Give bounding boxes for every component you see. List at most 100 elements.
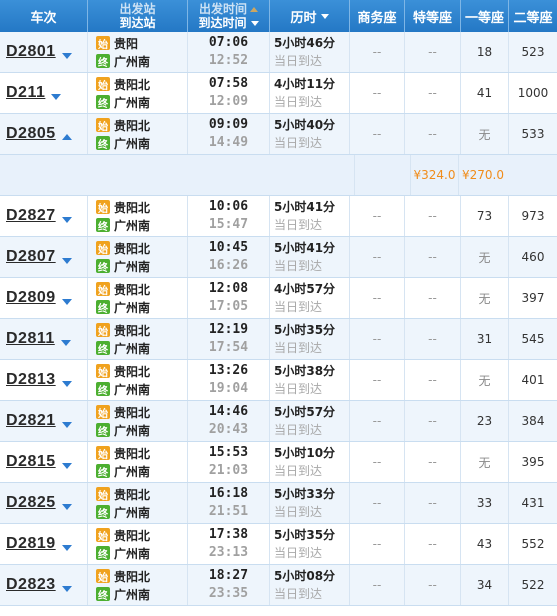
expand-icon[interactable] bbox=[60, 340, 71, 346]
expand-icon[interactable] bbox=[61, 463, 72, 469]
second-class-seat-cell[interactable]: 545 bbox=[509, 319, 557, 359]
first-class-seat-cell[interactable]: 73 bbox=[461, 196, 509, 236]
first-class-seat-cell[interactable]: 33 bbox=[461, 483, 509, 523]
to-station-name: 广州南 bbox=[114, 505, 151, 520]
train-number-link[interactable]: D211 bbox=[6, 84, 45, 102]
sort-down-icon[interactable] bbox=[320, 13, 329, 19]
duration-value: 5小时38分 bbox=[274, 364, 336, 378]
train-number-link[interactable]: D2819 bbox=[6, 535, 56, 553]
from-station: 始贵阳北 bbox=[96, 116, 150, 134]
first-class-seat-cell[interactable]: 无 bbox=[461, 442, 509, 482]
table-row: D2805 始贵阳北终广州南 09:09 14:49 5小时40分 当日到达 -- -- 无 53… bbox=[0, 114, 557, 155]
expand-icon[interactable] bbox=[61, 258, 72, 264]
second-class-seat-cell[interactable]: 552 bbox=[509, 524, 557, 564]
second-class-seat-cell[interactable]: 522 bbox=[509, 565, 557, 605]
end-badge-icon: 终 bbox=[96, 587, 110, 602]
from-station-name: 贵阳北 bbox=[114, 282, 151, 297]
second-class-seat-cell[interactable]: 384 bbox=[509, 401, 557, 441]
train-number-link[interactable]: D2809 bbox=[6, 289, 56, 307]
second-class-seat-cell[interactable]: 973 bbox=[509, 196, 557, 236]
expand-icon[interactable] bbox=[61, 217, 72, 223]
time-cell: 10:06 15:47 bbox=[188, 196, 270, 236]
sort-down-icon[interactable] bbox=[250, 20, 259, 26]
second-class-seat-cell[interactable]: 523 bbox=[509, 32, 557, 72]
expand-icon[interactable] bbox=[61, 586, 72, 592]
train-number-link[interactable]: D2805 bbox=[6, 125, 56, 143]
arrival-note: 当日到达 bbox=[274, 341, 323, 355]
from-station: 始贵阳北 bbox=[96, 198, 150, 216]
from-station-name: 贵阳北 bbox=[114, 569, 151, 584]
train-number-link[interactable]: D2811 bbox=[6, 330, 55, 348]
first-class-seat-cell[interactable]: 无 bbox=[461, 360, 509, 400]
from-station: 始贵阳北 bbox=[96, 321, 150, 339]
end-badge-icon: 终 bbox=[96, 546, 110, 561]
sort-up-icon[interactable] bbox=[250, 6, 258, 12]
second-class-seat-cell[interactable]: 431 bbox=[509, 483, 557, 523]
train-number-cell: D2823 bbox=[0, 565, 88, 605]
second-class-seat-cell[interactable]: 533 bbox=[509, 114, 557, 154]
start-badge-icon: 始 bbox=[96, 118, 110, 133]
station-cell: 始贵阳北终广州南 bbox=[88, 565, 188, 605]
second-class-seat-cell[interactable]: 401 bbox=[509, 360, 557, 400]
first-class-seat-cell[interactable]: 无 bbox=[461, 237, 509, 277]
station-cell: 始贵阳北终广州南 bbox=[88, 442, 188, 482]
first-class-seat-cell[interactable]: 无 bbox=[461, 114, 509, 154]
first-class-seat-cell[interactable]: 23 bbox=[461, 401, 509, 441]
train-number-link[interactable]: D2801 bbox=[6, 43, 56, 61]
second-class-price: ¥270.0 bbox=[462, 168, 504, 182]
train-number-link[interactable]: D2813 bbox=[6, 371, 56, 389]
header-train[interactable]: 车次 bbox=[0, 0, 88, 32]
train-number-cell: D2809 bbox=[0, 278, 88, 318]
start-badge-icon: 始 bbox=[96, 200, 110, 215]
expand-icon[interactable] bbox=[61, 299, 72, 305]
to-station: 终广州南 bbox=[96, 93, 150, 111]
first-class-seat-cell[interactable]: 34 bbox=[461, 565, 509, 605]
train-number-link[interactable]: D2825 bbox=[6, 494, 56, 512]
train-number-cell: D2807 bbox=[0, 237, 88, 277]
table-row: D2823 始贵阳北终广州南 18:27 23:35 5小时08分 当日到达 -- -- 34 5… bbox=[0, 565, 557, 606]
train-number-cell: D2811 bbox=[0, 319, 88, 359]
premium-seat-cell: -- bbox=[405, 442, 461, 482]
train-number-link[interactable]: D2815 bbox=[6, 453, 56, 471]
to-station-name: 广州南 bbox=[114, 300, 151, 315]
expand-icon[interactable] bbox=[51, 94, 62, 100]
expand-icon[interactable] bbox=[61, 381, 72, 387]
table-row: D2807 始贵阳北终广州南 10:45 16:26 5小时41分 当日到达 -- -- 无 46… bbox=[0, 237, 557, 278]
collapse-icon[interactable] bbox=[61, 134, 72, 140]
end-badge-icon: 终 bbox=[96, 382, 110, 397]
expand-icon[interactable] bbox=[61, 545, 72, 551]
expand-icon[interactable] bbox=[61, 504, 72, 510]
expand-icon[interactable] bbox=[61, 422, 72, 428]
train-number-link[interactable]: D2821 bbox=[6, 412, 56, 430]
second-class-seat-cell[interactable]: 395 bbox=[509, 442, 557, 482]
time-cell: 09:09 14:49 bbox=[188, 114, 270, 154]
business-seat-cell: -- bbox=[350, 483, 405, 523]
first-class-seat-cell[interactable]: 31 bbox=[461, 319, 509, 359]
to-station-name: 广州南 bbox=[114, 259, 151, 274]
from-station: 始贵阳 bbox=[96, 34, 138, 52]
train-number-link[interactable]: D2807 bbox=[6, 248, 56, 266]
second-class-seat-cell[interactable]: 460 bbox=[509, 237, 557, 277]
header-duration[interactable]: 历时 bbox=[270, 0, 350, 32]
first-class-seat-cell[interactable]: 41 bbox=[461, 73, 509, 113]
second-class-seat-cell[interactable]: 1000 bbox=[509, 73, 557, 113]
first-class-seat-cell[interactable]: 无 bbox=[461, 278, 509, 318]
from-station-name: 贵阳北 bbox=[114, 77, 151, 92]
header-station[interactable]: 出发站 到达站 bbox=[88, 0, 188, 32]
train-number-link[interactable]: D2823 bbox=[6, 576, 56, 594]
arrival-time: 19:04 bbox=[208, 381, 249, 396]
expand-icon[interactable] bbox=[61, 53, 72, 59]
train-number-cell: D211 bbox=[0, 73, 88, 113]
table-row: D2801 始贵阳终广州南 07:06 12:52 5小时46分 当日到达 -- -- 18 52… bbox=[0, 32, 557, 73]
premium-seat-cell: -- bbox=[405, 196, 461, 236]
first-class-seat-cell[interactable]: 43 bbox=[461, 524, 509, 564]
header-time[interactable]: 出发时间 到达时间 bbox=[188, 0, 270, 32]
arrival-time: 23:35 bbox=[208, 586, 249, 601]
premium-seat-cell: -- bbox=[405, 401, 461, 441]
duration-value: 5小时46分 bbox=[274, 36, 336, 50]
table-row: D2827 始贵阳北终广州南 10:06 15:47 5小时41分 当日到达 -- -- 73 9… bbox=[0, 196, 557, 237]
train-number-link[interactable]: D2827 bbox=[6, 207, 56, 225]
first-class-seat-cell[interactable]: 18 bbox=[461, 32, 509, 72]
second-class-seat-cell[interactable]: 397 bbox=[509, 278, 557, 318]
table-row: D2809 始贵阳北终广州南 12:08 17:05 4小时57分 当日到达 -- -- 无 39… bbox=[0, 278, 557, 319]
